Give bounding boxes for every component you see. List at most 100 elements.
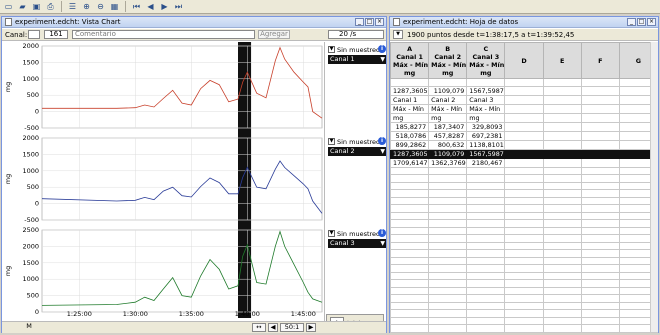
info-icon[interactable]: i bbox=[378, 229, 386, 237]
zoom-out-icon[interactable]: ⊖ bbox=[94, 1, 107, 13]
table-row[interactable] bbox=[389, 166, 659, 175]
table-cell[interactable]: mg bbox=[428, 112, 468, 123]
last-icon[interactable]: ⏭ bbox=[172, 1, 185, 13]
table-row[interactable] bbox=[389, 264, 659, 273]
table-row[interactable]: Canal 1 Canal 2 Canal 3 bbox=[389, 94, 659, 105]
column-header[interactable]: B Canal 2 Máx - Mín mg bbox=[428, 42, 468, 79]
table-cell[interactable]: Máx - Mín bbox=[466, 103, 506, 114]
sample-rate-select[interactable]: 20 /s bbox=[328, 30, 384, 39]
list-icon[interactable]: ☰ bbox=[66, 1, 79, 13]
column-header[interactable]: E bbox=[542, 42, 582, 79]
table-cell[interactable]: 1109,079 bbox=[428, 148, 468, 159]
table-row[interactable] bbox=[389, 196, 659, 205]
table-cell[interactable]: 1567,5987 bbox=[466, 148, 506, 159]
next-icon[interactable]: ▶ bbox=[158, 1, 171, 13]
table-row[interactable] bbox=[389, 78, 659, 87]
summary-row[interactable]: 1287,3605 1109,079 1567,5987 bbox=[389, 85, 659, 96]
table-row[interactable] bbox=[389, 316, 659, 325]
minimize-icon[interactable]: _ bbox=[355, 18, 364, 26]
first-icon[interactable]: ⏮ bbox=[130, 1, 143, 13]
channel-select[interactable]: Canal 3 ▼ bbox=[328, 239, 386, 248]
table-row[interactable] bbox=[389, 211, 659, 220]
table-row[interactable] bbox=[389, 279, 659, 288]
chevron-down-icon[interactable]: ▼ bbox=[393, 30, 403, 39]
table-row[interactable] bbox=[389, 309, 659, 318]
spreadsheet-icon[interactable]: ▦ bbox=[108, 1, 121, 13]
add-comment-button[interactable]: Agregar bbox=[258, 30, 290, 39]
column-header[interactable]: A Canal 1 Máx - Mín mg bbox=[389, 42, 430, 79]
table-cell[interactable]: Máx - Mín bbox=[389, 103, 430, 114]
table-cell[interactable]: 1287,3605 bbox=[389, 85, 430, 96]
table-cell[interactable]: 1138,8101 bbox=[466, 139, 506, 150]
column-header[interactable]: D bbox=[504, 42, 544, 79]
column-header[interactable]: F bbox=[580, 42, 620, 79]
selected-table-row[interactable]: 1287,3605 1109,079 1567,5987 bbox=[389, 148, 659, 159]
channel-select[interactable]: Canal 1 ▼ bbox=[328, 55, 386, 64]
table-row[interactable] bbox=[389, 271, 659, 280]
info-icon[interactable]: i bbox=[378, 45, 386, 53]
table-cell[interactable]: mg bbox=[389, 112, 430, 123]
channel-dropdown[interactable] bbox=[28, 30, 40, 39]
table-cell[interactable]: 899,2862 bbox=[389, 139, 430, 150]
prev-icon[interactable]: ◀ bbox=[144, 1, 157, 13]
table-cell[interactable]: 1567,5987 bbox=[466, 85, 506, 96]
table-cell[interactable]: 1109,079 bbox=[428, 85, 468, 96]
scroll-left-icon[interactable]: ◀ bbox=[268, 323, 278, 332]
new-icon[interactable]: ▭ bbox=[2, 1, 15, 13]
table-cell[interactable]: 800,632 bbox=[428, 139, 468, 150]
open-icon[interactable]: ▰ bbox=[16, 1, 29, 13]
table-cell[interactable]: 457,8287 bbox=[428, 130, 468, 141]
table-row[interactable] bbox=[389, 219, 659, 228]
table-row[interactable] bbox=[389, 181, 659, 190]
table-cell[interactable]: 1709,6147 bbox=[389, 157, 430, 168]
table-cell[interactable]: 2180,467 bbox=[466, 157, 506, 168]
table-row[interactable] bbox=[389, 324, 659, 333]
table-cell[interactable]: 187,3407 bbox=[428, 121, 468, 132]
zoom-in-icon[interactable]: ⊕ bbox=[80, 1, 93, 13]
chart-plot-area[interactable]: 2000 1500 1000 500 0 -500 mg 2000 1500 1000 500 0 -5… bbox=[2, 42, 324, 321]
zoom-out-time-icon[interactable]: ↔ bbox=[252, 323, 266, 332]
table-cell[interactable]: Máx - Mín bbox=[428, 103, 468, 114]
table-row[interactable] bbox=[389, 174, 659, 183]
scroll-marker[interactable]: M bbox=[24, 323, 34, 332]
table-cell[interactable]: Canal 3 bbox=[466, 94, 506, 105]
vertical-scrollbar[interactable] bbox=[650, 42, 658, 332]
table-row[interactable] bbox=[389, 294, 659, 303]
info-icon[interactable]: i bbox=[378, 137, 386, 145]
table-cell[interactable]: 1287,3605 bbox=[389, 148, 430, 159]
table-row[interactable]: 1709,6147 1362,3769 2180,467 bbox=[389, 157, 659, 168]
table-row[interactable]: Máx - Mín Máx - Mín Máx - Mín bbox=[389, 103, 659, 114]
table-cell[interactable]: mg bbox=[466, 112, 506, 123]
table-cell[interactable]: 1362,3769 bbox=[428, 157, 468, 168]
table-row[interactable] bbox=[389, 234, 659, 243]
table-cell[interactable]: 518,0786 bbox=[389, 130, 430, 141]
table-row[interactable]: 518,0786 457,8287 697,2381 bbox=[389, 130, 659, 141]
table-row[interactable] bbox=[389, 249, 659, 258]
minimize-icon[interactable]: _ bbox=[627, 18, 636, 26]
table-row[interactable]: mg mg mg bbox=[389, 112, 659, 123]
table-row[interactable] bbox=[389, 241, 659, 250]
table-row[interactable] bbox=[389, 286, 659, 295]
table-row[interactable] bbox=[389, 226, 659, 235]
channel-select[interactable]: Canal 2 ▼ bbox=[328, 147, 386, 156]
close-icon[interactable]: × bbox=[375, 18, 384, 26]
table-cell[interactable]: Canal 1 bbox=[389, 94, 430, 105]
table-row[interactable] bbox=[389, 301, 659, 310]
channel-number-field[interactable]: 161 bbox=[44, 30, 68, 39]
table-cell[interactable]: 185,8277 bbox=[389, 121, 430, 132]
table-row[interactable] bbox=[389, 204, 659, 213]
table-cell[interactable]: 697,2381 bbox=[466, 130, 506, 141]
save-icon[interactable]: ▣ bbox=[30, 1, 43, 13]
table-row[interactable] bbox=[389, 189, 659, 198]
maximize-icon[interactable]: □ bbox=[637, 18, 646, 26]
scroll-right-icon[interactable]: ▶ bbox=[306, 323, 316, 332]
maximize-icon[interactable]: □ bbox=[365, 18, 374, 26]
comment-input[interactable]: Comentario bbox=[72, 30, 255, 39]
print-icon[interactable]: ⎙ bbox=[44, 1, 57, 13]
close-icon[interactable]: × bbox=[647, 18, 656, 26]
table-cell[interactable]: Canal 2 bbox=[428, 94, 468, 105]
column-header[interactable]: C Canal 3 Máx - Mín mg bbox=[466, 42, 506, 79]
table-row[interactable]: 185,8277 187,3407 329,8093 bbox=[389, 121, 659, 132]
data-grid[interactable]: A Canal 1 Máx - Mín mg B Canal 2 Máx - Mín mg … bbox=[389, 42, 659, 333]
table-row[interactable]: 899,2862 800,632 1138,8101 bbox=[389, 139, 659, 150]
